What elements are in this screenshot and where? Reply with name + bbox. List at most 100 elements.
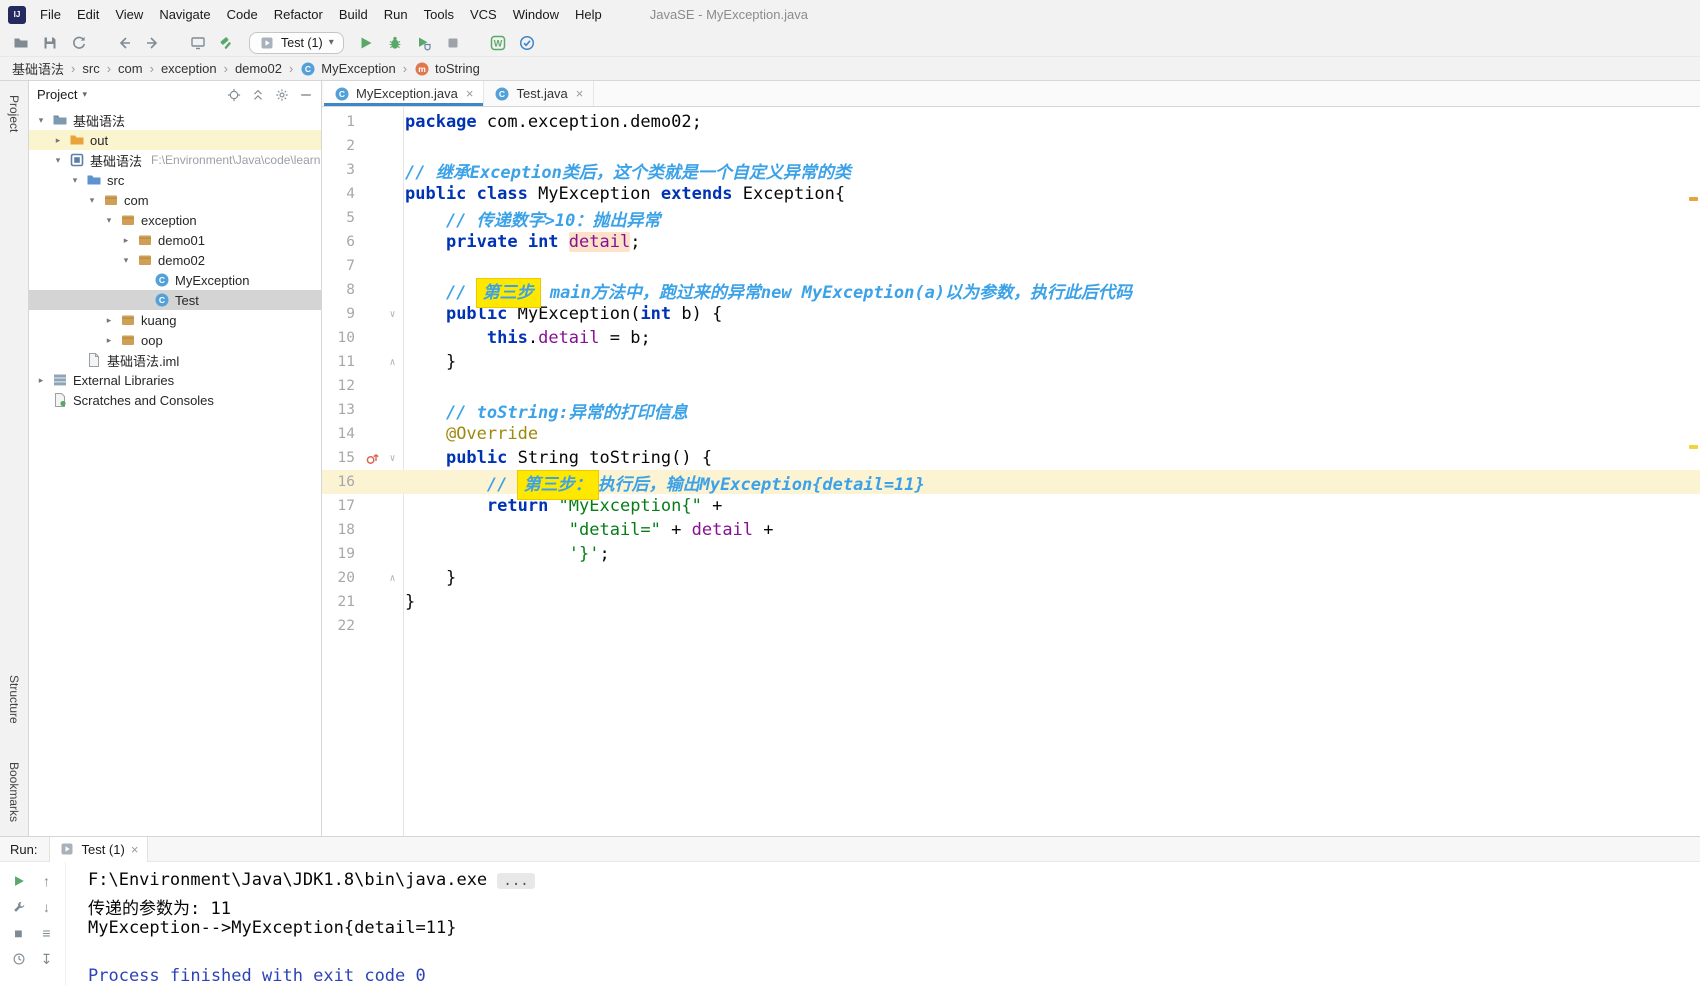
breadcrumb-item[interactable]: exception bbox=[159, 60, 219, 77]
code-line[interactable]: 19 '}'; bbox=[322, 542, 1700, 566]
tree-item[interactable]: ▾ com bbox=[29, 190, 321, 210]
editor-scrollbar[interactable] bbox=[1686, 107, 1700, 836]
chevron-down-icon[interactable]: ▾ bbox=[82, 89, 87, 100]
code-editor[interactable]: 1 package com.exception.demo02; 2 3 // 继承Exc… bbox=[322, 107, 1700, 836]
code-line[interactable]: 1 package com.exception.demo02; bbox=[322, 110, 1700, 134]
console-output[interactable]: F:\Environment\Java\JDK1.8\bin\java.exe … bbox=[66, 862, 1700, 985]
breadcrumb-item[interactable]: com bbox=[116, 60, 145, 77]
chevron-right-icon[interactable]: ▸ bbox=[103, 315, 115, 326]
menu-item-tools[interactable]: Tools bbox=[416, 4, 462, 25]
fold-ellipsis[interactable]: ... bbox=[497, 873, 535, 889]
run-config-select[interactable]: Test (1) ▾ bbox=[249, 31, 344, 54]
history-button[interactable] bbox=[5, 946, 33, 972]
tree-item[interactable]: C MyException bbox=[29, 270, 321, 290]
close-icon[interactable]: × bbox=[466, 86, 474, 101]
fold-down-icon[interactable]: ∨ bbox=[382, 309, 403, 320]
soft-wrap-button[interactable]: ≡ bbox=[33, 920, 61, 946]
menu-item-refactor[interactable]: Refactor bbox=[266, 4, 331, 25]
editor-tab[interactable]: C MyException.java × bbox=[324, 81, 485, 106]
open-button[interactable] bbox=[8, 31, 33, 55]
toolwindow-bookmarks-button[interactable]: Bookmarks bbox=[7, 756, 21, 828]
tree-item[interactable]: ▾ 基础语法 F:\Environment\Java\code\learni bbox=[29, 150, 321, 170]
breadcrumb-item[interactable]: C MyException bbox=[298, 60, 397, 78]
chevron-right-icon[interactable]: ▸ bbox=[103, 335, 115, 346]
menu-item-window[interactable]: Window bbox=[505, 4, 567, 25]
code-line[interactable]: 5 // 传递数字>10：抛出异常 bbox=[322, 206, 1700, 231]
breadcrumb-item[interactable]: m toString bbox=[412, 60, 482, 78]
prev-occurrence-button[interactable]: ↑ bbox=[33, 868, 61, 894]
toolwindow-project-button[interactable]: Project bbox=[7, 89, 21, 138]
code-line[interactable]: 2 bbox=[322, 134, 1700, 158]
chevron-down-icon[interactable]: ▾ bbox=[103, 215, 115, 226]
build-button[interactable] bbox=[214, 31, 239, 55]
code-line[interactable]: 15 ∨ public String toString() { bbox=[322, 446, 1700, 470]
code-line[interactable]: 21} bbox=[322, 590, 1700, 614]
save-all-button[interactable] bbox=[37, 31, 62, 55]
close-icon[interactable]: × bbox=[576, 86, 584, 101]
tree-item[interactable]: ▸ oop bbox=[29, 330, 321, 350]
code-line[interactable]: 4 public class MyException extends Except… bbox=[322, 182, 1700, 206]
code-line[interactable]: 6 private int detail; bbox=[322, 230, 1700, 254]
menu-item-help[interactable]: Help bbox=[567, 4, 610, 25]
error-stripe-mark[interactable] bbox=[1689, 197, 1698, 201]
code-line[interactable]: 7 bbox=[322, 254, 1700, 278]
tree-item[interactable]: ▸ out bbox=[29, 130, 321, 150]
tree-item[interactable]: ▾ demo02 bbox=[29, 250, 321, 270]
tree-item[interactable]: ▸ External Libraries bbox=[29, 370, 321, 390]
next-occurrence-button[interactable]: ↓ bbox=[33, 894, 61, 920]
fold-up-icon[interactable]: ∧ bbox=[382, 573, 403, 584]
chevron-down-icon[interactable]: ▾ bbox=[35, 115, 47, 126]
menu-item-build[interactable]: Build bbox=[331, 4, 376, 25]
gear-icon[interactable] bbox=[275, 88, 289, 102]
run-tab[interactable]: Test (1) × bbox=[49, 836, 149, 862]
menu-item-vcs[interactable]: VCS bbox=[462, 4, 505, 25]
close-icon[interactable]: × bbox=[131, 842, 139, 857]
tree-item[interactable]: Scratches and Consoles bbox=[29, 390, 321, 410]
breadcrumb-item[interactable]: demo02 bbox=[233, 60, 284, 77]
fold-down-icon[interactable]: ∨ bbox=[382, 453, 403, 464]
coverage-button[interactable] bbox=[412, 31, 437, 55]
plugin-w-button[interactable]: W bbox=[486, 31, 511, 55]
code-line[interactable]: 10 this.detail = b; bbox=[322, 326, 1700, 350]
chevron-down-icon[interactable]: ▾ bbox=[120, 255, 132, 266]
editor-tab[interactable]: C Test.java × bbox=[484, 81, 595, 106]
stop-process-button[interactable]: ■ bbox=[5, 920, 33, 946]
debug-button[interactable] bbox=[383, 31, 408, 55]
tree-item[interactable]: 基础语法.iml bbox=[29, 350, 321, 370]
menu-item-view[interactable]: View bbox=[107, 4, 151, 25]
sync-button[interactable] bbox=[66, 31, 91, 55]
edit-config-button[interactable] bbox=[5, 894, 33, 920]
hide-panel-icon[interactable] bbox=[299, 88, 313, 102]
code-line[interactable]: 11 ∧ } bbox=[322, 350, 1700, 374]
tree-item[interactable]: C Test bbox=[29, 290, 321, 310]
tree-item[interactable]: ▸ demo01 bbox=[29, 230, 321, 250]
chevron-right-icon[interactable]: ▸ bbox=[35, 375, 47, 386]
tree-item[interactable]: ▾ 基础语法 bbox=[29, 110, 321, 130]
code-line[interactable]: 18 "detail=" + detail + bbox=[322, 518, 1700, 542]
code-line[interactable]: 16 // 第三步： 执行后，输出MyException{detail=11} bbox=[322, 469, 1700, 500]
menu-item-edit[interactable]: Edit bbox=[69, 4, 107, 25]
override-marker-icon[interactable] bbox=[362, 452, 382, 465]
menu-item-run[interactable]: Run bbox=[376, 4, 416, 25]
project-panel-title[interactable]: Project bbox=[37, 87, 77, 102]
check-plugin-button[interactable] bbox=[515, 31, 540, 55]
menu-item-code[interactable]: Code bbox=[219, 4, 266, 25]
tree-item[interactable]: ▾ src bbox=[29, 170, 321, 190]
toolbar-monitor-button[interactable] bbox=[185, 31, 210, 55]
fold-up-icon[interactable]: ∧ bbox=[382, 357, 403, 368]
stop-button[interactable] bbox=[441, 31, 466, 55]
scroll-to-end-button[interactable]: ↧ bbox=[33, 946, 61, 972]
collapse-all-icon[interactable] bbox=[251, 88, 265, 102]
code-line[interactable]: 20 ∧ } bbox=[322, 566, 1700, 590]
run-button[interactable] bbox=[354, 31, 379, 55]
menu-item-navigate[interactable]: Navigate bbox=[151, 4, 218, 25]
chevron-down-icon[interactable]: ▾ bbox=[86, 195, 98, 206]
chevron-down-icon[interactable]: ▾ bbox=[69, 175, 81, 186]
code-line[interactable]: 22 bbox=[322, 614, 1700, 638]
chevron-right-icon[interactable]: ▸ bbox=[120, 235, 132, 246]
menu-item-file[interactable]: File bbox=[32, 4, 69, 25]
code-line[interactable]: 12 bbox=[322, 374, 1700, 398]
breadcrumb-item[interactable]: src bbox=[80, 60, 101, 77]
back-button[interactable] bbox=[111, 31, 136, 55]
tree-item[interactable]: ▸ kuang bbox=[29, 310, 321, 330]
